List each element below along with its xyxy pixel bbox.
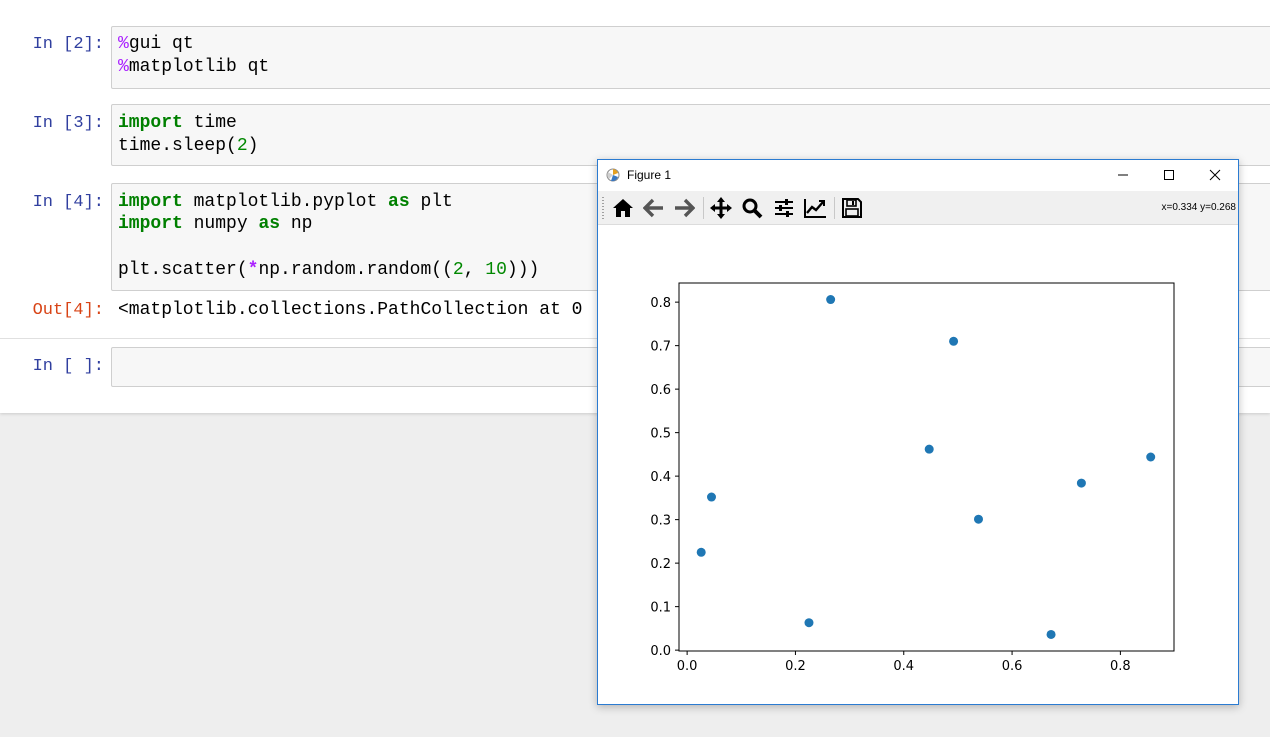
code-line: import time [118, 112, 237, 135]
scatter-point [696, 547, 706, 557]
code-line: plt.scatter(*np.random.random((2, 10))) [118, 259, 539, 282]
scatter-point [804, 618, 814, 628]
scatter-plot-canvas[interactable]: 0.0 0.2 0.4 0.6 0.8 0.0 0.1 0.2 0.3 0.4 0.5 0.6 0.7 0… [598, 225, 1238, 704]
code-line: %matplotlib qt [118, 56, 269, 79]
code-token: numpy [182, 214, 259, 234]
x-tick-label: 0.4 [893, 659, 914, 674]
x-tick-label: 0.2 [785, 659, 806, 674]
toolbar-separator [703, 197, 704, 219]
figure-window: Figure 1 x=0.334 y=0.268 0.0 0.2 0.4 0.6… [597, 159, 1239, 705]
code-token: matplotlib qt [128, 57, 270, 77]
code-token: import [118, 214, 183, 234]
forward-icon [675, 198, 695, 218]
x-tick-label: 0.6 [1002, 659, 1023, 674]
close-button[interactable] [1192, 160, 1238, 190]
plot-axes-frame [678, 282, 1175, 652]
code-token: time.sleep( [118, 136, 237, 156]
scatter-point [1046, 629, 1056, 639]
code-token: ))) [506, 260, 540, 280]
x-tick-label: 0.8 [1110, 659, 1131, 674]
back-button[interactable] [640, 195, 668, 221]
y-tick-label: 0.3 [650, 514, 671, 529]
save-button[interactable] [838, 195, 866, 221]
code-token: matplotlib.pyplot [182, 192, 389, 212]
code-line: import matplotlib.pyplot as plt [118, 191, 453, 214]
scatter-point [706, 492, 716, 502]
subplots-button[interactable] [770, 195, 798, 221]
output-text: <matplotlib.collections.PathCollection a… [118, 300, 583, 320]
y-tick-label: 0.8 [650, 296, 671, 311]
edit-axis-button[interactable] [801, 195, 829, 221]
toolbar-grip[interactable] [602, 197, 604, 219]
y-tick-label: 0.5 [650, 427, 671, 442]
back-icon [643, 198, 663, 218]
code-line: %gui qt [118, 33, 194, 56]
scatter-point [1076, 478, 1086, 488]
x-tick-label: 0.0 [677, 659, 698, 674]
cell-prompt: In [4]: [32, 193, 104, 212]
cursor-coordinates: x=0.334 y=0.268 [1161, 202, 1236, 213]
code-token: 2 [236, 136, 248, 156]
zoom-icon [742, 198, 763, 219]
scatter-point [949, 336, 959, 346]
code-cell[interactable] [111, 26, 1270, 89]
code-token: np.random.random(( [258, 260, 453, 280]
scatter-point [1146, 452, 1156, 462]
pan-button[interactable] [707, 195, 735, 221]
navigation-toolbar: x=0.334 y=0.268 [598, 191, 1238, 225]
code-token: import [118, 192, 183, 212]
minimize-button[interactable] [1100, 160, 1146, 190]
code-token: % [118, 34, 129, 54]
y-tick-label: 0.6 [650, 383, 671, 398]
code-token: gui qt [128, 34, 194, 54]
save-icon [842, 198, 862, 218]
output-prompt: Out[4]: [32, 301, 104, 320]
scatter-point [924, 444, 934, 454]
window-title: Figure 1 [627, 168, 672, 182]
close-icon [1209, 169, 1221, 181]
code-token: * [247, 260, 259, 280]
code-token: 10 [485, 260, 507, 280]
scatter-point [973, 514, 983, 524]
y-tick-label: 0.4 [650, 470, 671, 485]
minimize-icon [1118, 174, 1128, 176]
code-token: 2 [452, 260, 464, 280]
zoom-button[interactable] [738, 195, 766, 221]
code-token: plt [409, 192, 453, 212]
y-tick-label: 0.0 [650, 644, 671, 659]
scatter-point [826, 295, 836, 305]
code-token: as [388, 192, 410, 212]
cell-prompt: In [2]: [32, 35, 104, 54]
code-token: % [118, 57, 129, 77]
code-token: ) [247, 136, 259, 156]
code-token: np [280, 214, 313, 234]
y-tick-label: 0.7 [650, 340, 671, 355]
code-cell[interactable] [111, 104, 1270, 166]
home-icon [613, 199, 633, 217]
y-tick-label: 0.2 [650, 557, 671, 572]
code-line: time.sleep(2) [118, 135, 258, 158]
matplotlib-app-icon [606, 168, 620, 182]
subplots-icon [775, 199, 793, 217]
code-line: import numpy as np [118, 213, 312, 236]
code-token: time [182, 113, 237, 133]
cell-prompt: In [3]: [32, 114, 104, 133]
home-button[interactable] [609, 195, 637, 221]
cell-prompt: In [ ]: [32, 357, 104, 376]
toolbar-separator [834, 197, 835, 219]
code-token: as [258, 214, 281, 234]
code-token: import [118, 113, 183, 133]
maximize-icon [1164, 170, 1174, 180]
code-token: , [463, 260, 486, 280]
window-titlebar[interactable]: Figure 1 [598, 160, 1238, 190]
y-tick-label: 0.1 [650, 601, 671, 616]
forward-button[interactable] [670, 195, 698, 221]
code-token: plt.scatter( [118, 260, 248, 280]
pan-icon [710, 197, 732, 219]
edit-axis-icon [804, 199, 826, 218]
maximize-button[interactable] [1146, 160, 1192, 190]
